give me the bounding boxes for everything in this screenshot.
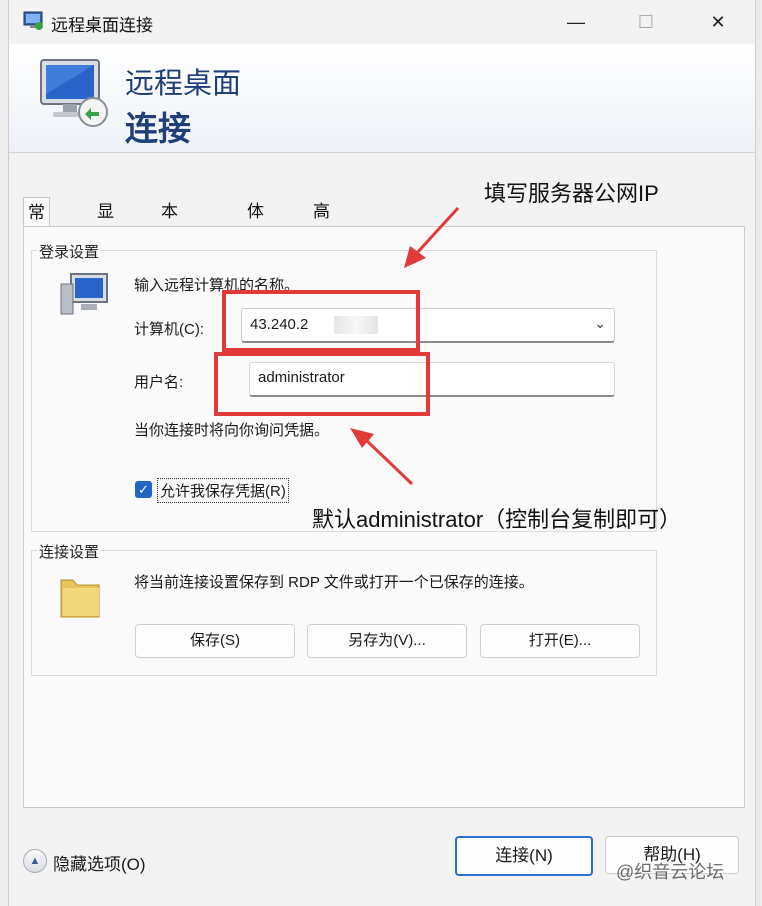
banner-title-line1: 远程桌面 (125, 68, 242, 100)
banner-title-line2: 连接 (125, 110, 191, 147)
save-credentials-label[interactable]: 允许我保存凭据(R) (157, 478, 289, 503)
credentials-hint: 当你连接时将向你询问凭据。 (134, 422, 330, 439)
folder-icon (60, 579, 100, 618)
rdp-window: 远程桌面连接 — ☐ ✕ 远程桌面 连接 常规 显示 本地资源 体验 高级 登录… (8, 0, 756, 906)
connection-description: 将当前连接设置保存到 RDP 文件或打开一个已保存的连接。 (134, 574, 534, 591)
username-label: 用户名: (134, 374, 184, 391)
save-button[interactable]: 保存(S) (135, 624, 295, 658)
maximize-button[interactable]: ☐ (623, 6, 669, 38)
watermark: @织音云论坛 (616, 862, 725, 882)
annotation-box-username (214, 352, 430, 416)
banner: 远程桌面 连接 (9, 44, 755, 153)
save-credentials-checkbox[interactable]: ✓ (135, 481, 152, 498)
remote-desktop-monitor-icon (40, 59, 108, 127)
minimize-button[interactable]: — (553, 6, 599, 38)
annotation-box-ip (222, 290, 420, 352)
close-button[interactable]: ✕ (695, 6, 741, 38)
tab-local-resources[interactable]: 本地资源 (157, 197, 182, 311)
tab-experience[interactable]: 体验 (243, 197, 268, 251)
open-button[interactable]: 打开(E)... (480, 624, 640, 658)
connection-settings-legend: 连接设置 (37, 541, 102, 562)
hide-options-label: 隐藏选项(O) (53, 855, 146, 874)
chevron-down-icon[interactable]: ⌄ (594, 315, 606, 332)
connect-button[interactable]: 连接(N) (455, 836, 593, 876)
tab-display[interactable]: 显示 (93, 197, 118, 251)
chevron-up-icon: ▲ (23, 849, 47, 873)
title-bar: 远程桌面连接 — ☐ ✕ (9, 0, 755, 44)
tab-advanced[interactable]: 高级 (309, 197, 334, 251)
computer-label: 计算机(C): (134, 321, 204, 338)
tab-general[interactable]: 常规 (23, 197, 50, 252)
annotation-default-admin: 默认administrator（控制台复制即可） (312, 507, 682, 532)
window-title: 远程桌面连接 (51, 16, 153, 35)
annotation-fill-ip: 填写服务器公网IP (484, 181, 659, 206)
computer-icon (60, 273, 108, 315)
login-settings-legend: 登录设置 (37, 241, 102, 262)
rdp-app-icon (23, 11, 43, 30)
save-as-button[interactable]: 另存为(V)... (307, 624, 467, 658)
